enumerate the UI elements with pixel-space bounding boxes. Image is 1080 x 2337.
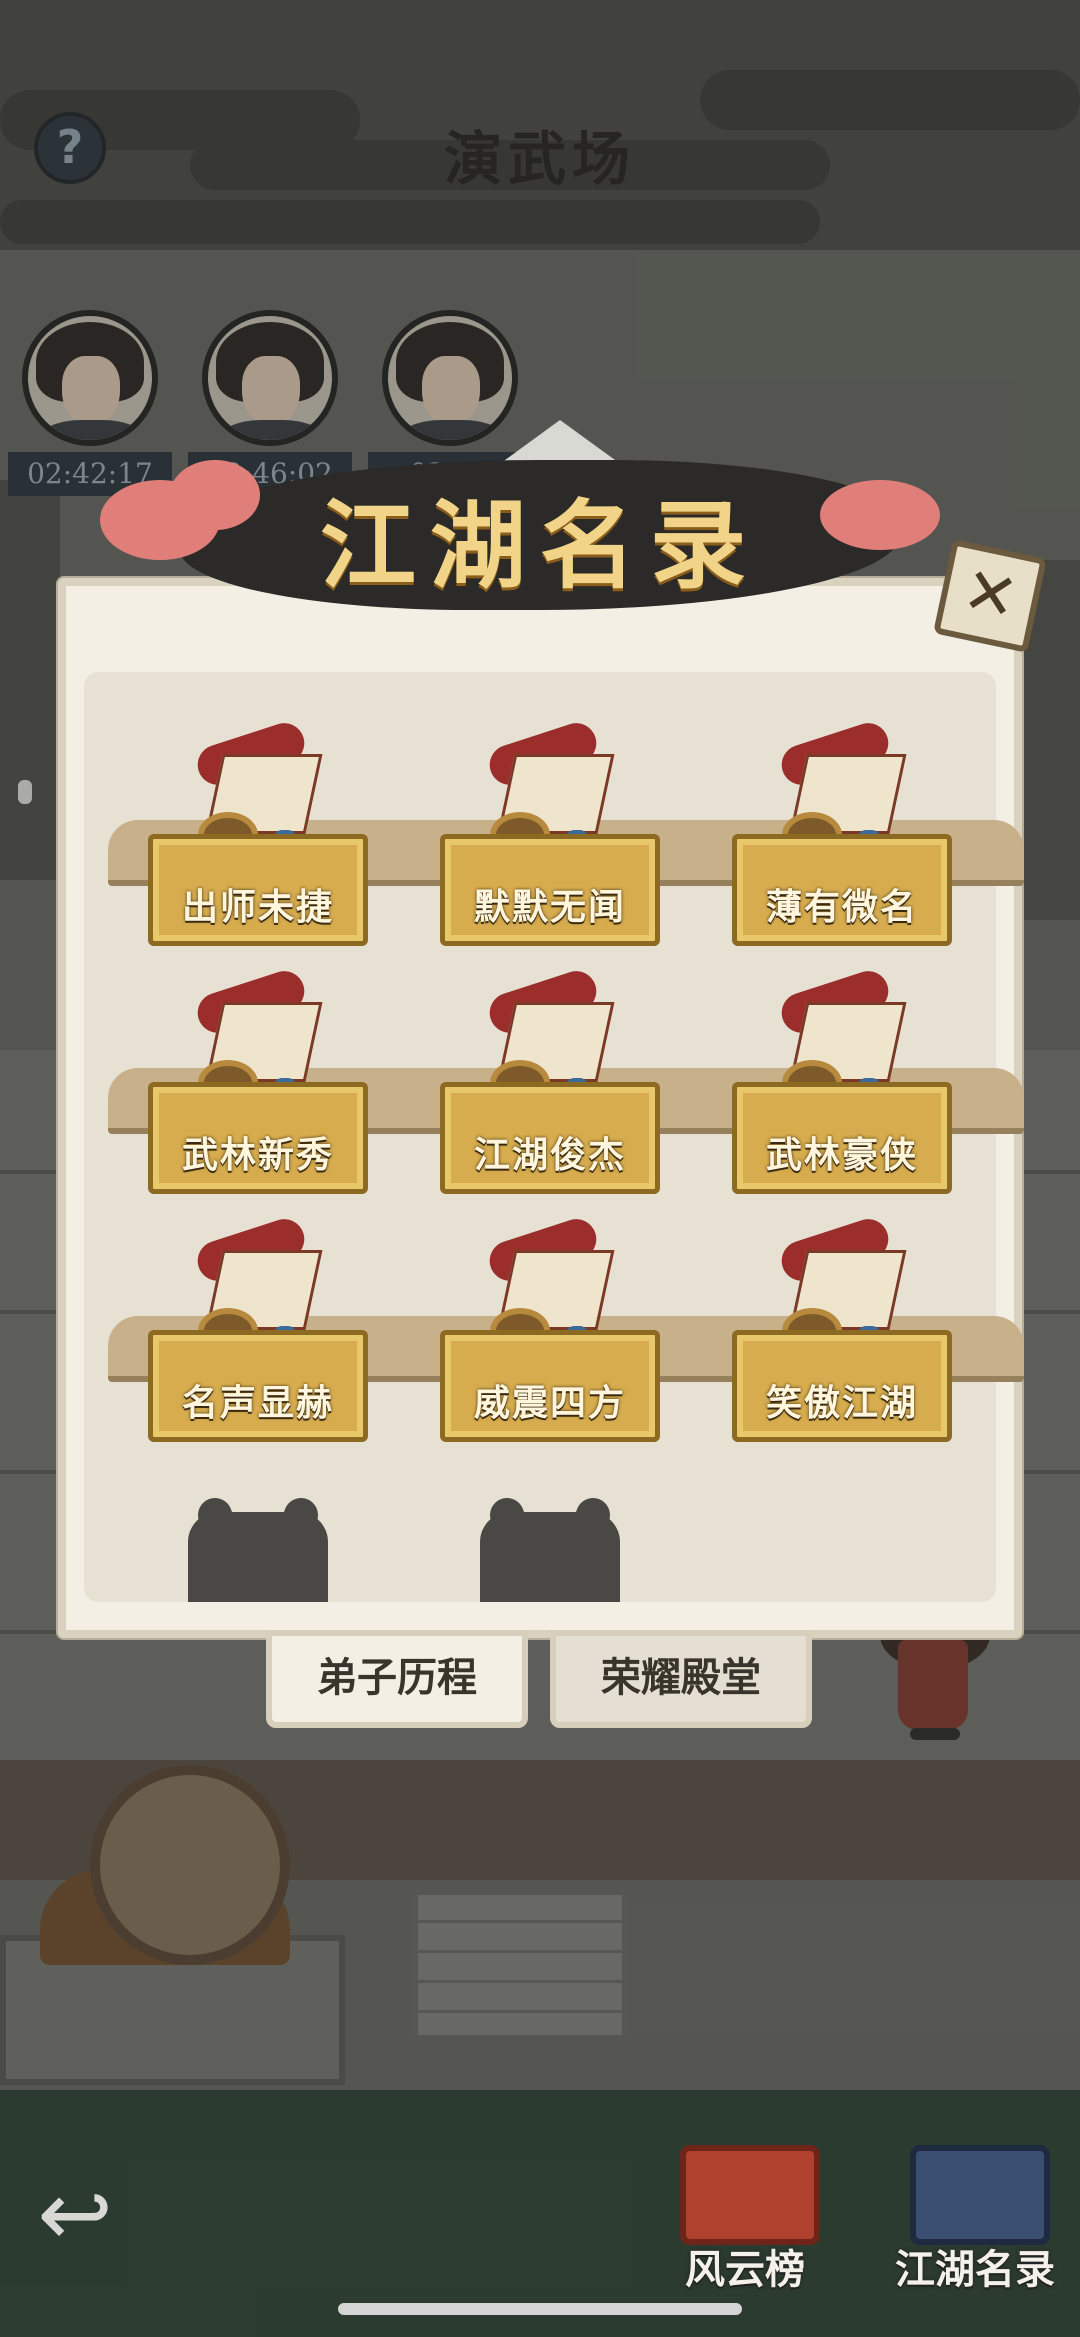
badge-label: 默默无闻 — [473, 887, 626, 928]
title-badge[interactable]: 威震四方 — [440, 1213, 660, 1442]
title-badge[interactable]: 出师未捷 — [148, 717, 368, 946]
ranking-scroll-icon — [680, 2145, 820, 2245]
dialog-title-banner: 江湖名录 — [60, 420, 1020, 620]
dialog-title: 江湖名录 — [320, 489, 760, 602]
badge-label: 出师未捷 — [181, 887, 334, 928]
badge-label: 武林新秀 — [181, 1135, 334, 1176]
book-icon — [910, 2145, 1050, 2245]
ranking-button[interactable]: 风云榜 — [660, 2145, 830, 2295]
title-badge[interactable]: 默默无闻 — [440, 717, 660, 946]
badge-label: 威震四方 — [473, 1383, 626, 1424]
back-button[interactable]: ↩ — [20, 2170, 130, 2260]
roster-button[interactable]: 江湖名录 — [890, 2145, 1060, 2295]
badge-label: 武林豪侠 — [765, 1135, 918, 1176]
title-badge[interactable]: 名声显赫 — [148, 1213, 368, 1442]
jianghu-roster-dialog: 出师未捷 默默无闻 薄有微名 武林新秀 江湖俊杰 武林豪侠 名声显赫 威震四方 … — [58, 578, 1024, 1638]
badge-label: 薄有微名 — [765, 887, 918, 928]
title-badge[interactable]: 武林新秀 — [148, 965, 368, 1194]
badge-label: 江湖俊杰 — [473, 1135, 626, 1176]
locked-badge-silhouette[interactable] — [480, 1512, 620, 1602]
badge-label: 名声显赫 — [181, 1383, 334, 1424]
title-grid-panel: 出师未捷 默默无闻 薄有微名 武林新秀 江湖俊杰 武林豪侠 名声显赫 威震四方 … — [84, 672, 1024, 1602]
tab-disciple-journey[interactable]: 弟子历程 — [266, 1630, 528, 1728]
title-badge[interactable]: 江湖俊杰 — [440, 965, 660, 1194]
back-arrow-icon: ↩ — [37, 2162, 113, 2267]
badge-label: 笑傲江湖 — [765, 1383, 918, 1424]
ranking-label: 风云榜 — [685, 2246, 805, 2293]
title-badge[interactable]: 薄有微名 — [732, 717, 952, 946]
title-badge[interactable]: 武林豪侠 — [732, 965, 952, 1194]
roster-label: 江湖名录 — [895, 2246, 1055, 2293]
locked-badge-silhouette[interactable] — [188, 1512, 328, 1602]
close-button[interactable]: ✕ — [933, 539, 1047, 653]
title-badge[interactable]: 笑傲江湖 — [732, 1213, 952, 1442]
close-x-icon: ✕ — [956, 553, 1025, 637]
tab-hall-of-glory[interactable]: 荣耀殿堂 — [550, 1630, 812, 1728]
home-indicator — [338, 2303, 742, 2315]
